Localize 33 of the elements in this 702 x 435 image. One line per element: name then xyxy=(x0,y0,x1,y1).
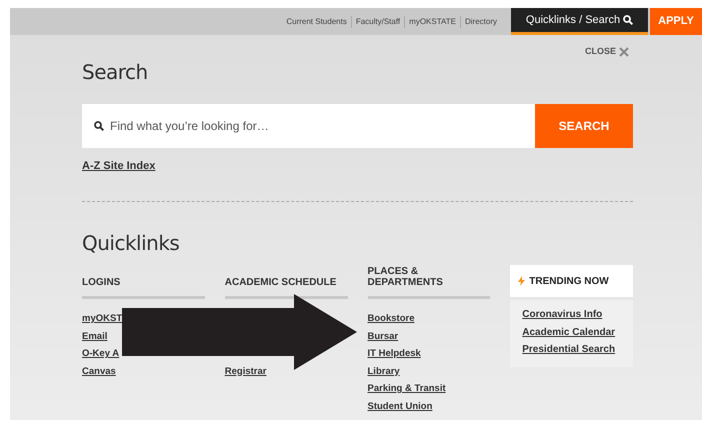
quick-link[interactable]: Library xyxy=(368,364,400,378)
quick-link[interactable]: Bursar xyxy=(368,330,398,343)
close-icon xyxy=(619,46,629,57)
quick-link[interactable]: Email xyxy=(82,330,108,343)
search-icon xyxy=(623,15,634,25)
quick-link[interactable]: O-Key A xyxy=(82,347,120,360)
quick-link[interactable]: Canvas xyxy=(82,364,116,378)
search-heading: Search xyxy=(82,62,149,82)
site-index-link[interactable]: A-Z Site Index xyxy=(82,158,156,174)
close-button[interactable]: CLOSE xyxy=(584,45,629,58)
trending-link[interactable]: Academic Calendar xyxy=(522,326,616,339)
quicklinks-heading: Quicklinks xyxy=(82,233,180,253)
quick-link[interactable]: Parking & Transit xyxy=(368,382,446,396)
lightning-icon xyxy=(518,276,526,286)
top-nav-link[interactable]: myOKSTATE xyxy=(409,16,456,28)
column-heading: PLACES & DEPARTMENTS xyxy=(368,266,444,288)
column-heading: ACADEMIC SCHEDULE xyxy=(224,277,336,288)
search-icon xyxy=(94,120,104,130)
quicklinks-tab[interactable]: Quicklinks / Search xyxy=(511,8,648,35)
search-input[interactable]: Find what you’re looking for… xyxy=(110,116,535,134)
trending-link[interactable]: Coronavirus Info xyxy=(522,308,602,322)
column-heading: LOGINS xyxy=(82,277,120,288)
quick-link[interactable]: Bookstore xyxy=(368,312,414,326)
search-field[interactable]: Find what you’re looking for… xyxy=(82,104,535,148)
top-nav-link[interactable]: Directory xyxy=(464,16,497,28)
quick-link[interactable]: Registrar xyxy=(224,364,266,378)
top-nav-link[interactable]: Current Students xyxy=(286,16,347,28)
quick-link[interactable]: IT Helpdesk xyxy=(368,347,421,360)
quick-link[interactable]: myOKST xyxy=(82,312,122,326)
quick-link[interactable]: Student Union xyxy=(368,400,432,413)
trending-link[interactable]: Presidential Search xyxy=(522,343,616,356)
trending-title: TRENDING NOW xyxy=(529,274,609,288)
top-nav-link[interactable]: Faculty/Staff xyxy=(356,16,400,28)
